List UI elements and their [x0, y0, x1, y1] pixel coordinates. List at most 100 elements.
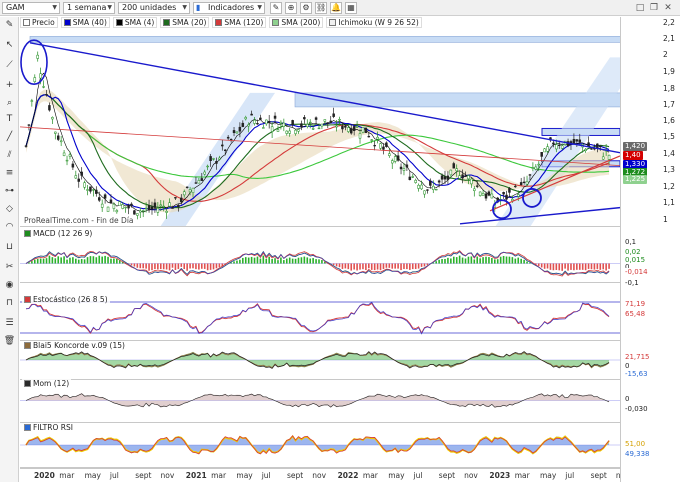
alert-icon[interactable]: 🔔	[330, 2, 342, 14]
histogram-bar	[297, 257, 300, 264]
pencil-icon[interactable]: ✎	[3, 19, 16, 32]
price-panel[interactable]: Precio SMA (40) SMA (4) SMA (20) SMA (120) SM…	[20, 17, 620, 227]
eye-icon[interactable]: ◉	[3, 279, 16, 292]
macd-panel[interactable]: MACD (12 26 9)	[20, 228, 620, 283]
candle-body	[358, 133, 362, 139]
legend-item-price[interactable]: Precio	[20, 17, 58, 28]
histogram-bar	[473, 259, 476, 264]
candle-body	[552, 142, 555, 145]
time-axis[interactable]: 2020 mar may jul sept nov 2021 mar may jul sept nov…	[20, 468, 630, 482]
candle-body	[247, 124, 250, 127]
lock-icon[interactable]: ⊓	[3, 297, 16, 310]
histogram-bar	[98, 255, 101, 264]
rsi-chart[interactable]	[20, 422, 620, 468]
macd-swatch	[24, 230, 31, 237]
link-icon[interactable]: ⛓	[315, 2, 327, 14]
stochastic-panel[interactable]: Estocástico (26 8 5)	[20, 294, 620, 341]
trash-icon[interactable]: 🗑	[3, 335, 16, 348]
channel-tool-icon[interactable]: ⫽	[3, 149, 16, 162]
text-icon[interactable]: T	[3, 113, 16, 126]
macd-chart[interactable]	[20, 228, 620, 283]
legend-item-sma4[interactable]: SMA (4)	[112, 17, 158, 28]
histogram-bar	[130, 263, 133, 266]
maximize-icon[interactable]: □	[634, 2, 646, 14]
histogram-bar	[139, 263, 142, 269]
cursor-icon[interactable]: ↖	[3, 39, 16, 52]
projection-channel[interactable]	[495, 57, 620, 227]
momentum-title-text: Mom (12)	[33, 379, 70, 388]
shape-tool-icon[interactable]: ◇	[3, 203, 16, 216]
histogram-bar	[362, 263, 364, 270]
histogram-bar	[60, 257, 62, 264]
histogram-bar	[180, 263, 183, 267]
magnet-icon[interactable]: ⊔	[3, 241, 16, 254]
rsi-panel[interactable]: FILTRO RSI	[20, 422, 620, 468]
price-chart[interactable]	[20, 17, 620, 227]
histogram-bar	[414, 263, 417, 270]
candle-body	[399, 166, 403, 170]
candle-body	[153, 202, 157, 208]
candle-body	[402, 168, 406, 171]
price-axis[interactable]: 2,2 2,1 2 1,9 1,8 1,7 1,6 1,5 1,4 1,3 1,2 1,1 1 1,420…	[620, 17, 680, 482]
symbol-dropdown[interactable]: GAM ▼	[2, 2, 60, 14]
fibonacci-icon[interactable]: ≡	[3, 167, 16, 180]
candle-body	[607, 154, 611, 160]
histogram-bar	[350, 263, 353, 271]
histogram-bar	[391, 263, 394, 269]
legend-item-ichimoku[interactable]: Ichimoku (W 9 26 52)	[326, 17, 422, 28]
arc-tool-icon[interactable]: ◠	[3, 221, 16, 234]
restore-icon[interactable]: ❐	[648, 2, 660, 14]
stochastic-title: Estocástico (26 8 5)	[22, 295, 110, 304]
momentum-chart[interactable]	[20, 378, 620, 423]
close-icon[interactable]: ✕	[662, 2, 674, 14]
crosshair-icon[interactable]: +	[3, 79, 16, 92]
layers-icon[interactable]: ☰	[3, 317, 16, 330]
watermark: ProRealTime.com - Fin de Día	[24, 216, 134, 225]
candle-body	[434, 188, 438, 191]
histogram-bar	[444, 258, 446, 264]
histogram-bar	[113, 258, 115, 264]
legend-item-sma200[interactable]: SMA (200)	[269, 17, 324, 28]
candle-body	[71, 163, 75, 168]
histogram-bar	[157, 263, 159, 270]
price-tick-label: 1,5	[663, 132, 675, 141]
indicators-dropdown[interactable]: ▮ Indicadores ▼	[193, 2, 265, 14]
line-tool-icon[interactable]: ╱	[3, 131, 16, 144]
stochastic-chart[interactable]	[20, 294, 620, 341]
histogram-bar	[502, 255, 505, 264]
histogram-bar	[438, 259, 440, 264]
legend-item-sma120[interactable]: SMA (120)	[212, 17, 267, 28]
candle-body	[77, 178, 80, 182]
histogram-bar	[259, 258, 262, 264]
resistance-zone[interactable]	[29, 36, 620, 43]
units-dropdown[interactable]: 200 unidades ▼	[118, 2, 190, 14]
histogram-bar	[458, 255, 461, 264]
histogram-bar	[31, 261, 33, 264]
momentum-panel[interactable]: Mom (12)	[20, 378, 620, 423]
histogram-bar	[341, 263, 344, 269]
candle-body	[282, 122, 286, 127]
candle-body	[458, 175, 461, 179]
candle-body	[443, 176, 447, 180]
candle-body	[323, 119, 327, 122]
blai5-panel[interactable]: Blai5 Koncorde v.09 (15)	[20, 340, 620, 380]
scissors-icon[interactable]: ✂	[3, 261, 16, 274]
settings-icon[interactable]: ⚙	[300, 2, 312, 14]
blai5-axis-label: 21,715	[623, 353, 652, 362]
candle-body	[464, 175, 467, 177]
timeframe-dropdown[interactable]: 1 semana ▼	[63, 2, 115, 14]
draw-icon[interactable]: ✎	[270, 2, 282, 14]
candle-body	[470, 178, 473, 185]
legend-item-sma20[interactable]: SMA (20)	[160, 17, 210, 28]
zoom-icon[interactable]: ⊕	[285, 2, 297, 14]
histogram-bar	[66, 259, 68, 264]
ruler-icon[interactable]: ⟋	[3, 59, 16, 72]
histogram-bar	[388, 263, 391, 268]
legend-swatch	[163, 19, 171, 26]
magnifier-icon[interactable]: ⌕	[3, 97, 16, 110]
resistance-zone[interactable]	[294, 92, 620, 108]
legend-item-sma40[interactable]: SMA (40)	[60, 17, 110, 28]
grid-icon[interactable]: ▦	[345, 2, 357, 14]
histogram-bar	[511, 257, 514, 264]
node-tool-icon[interactable]: ⊶	[3, 185, 16, 198]
